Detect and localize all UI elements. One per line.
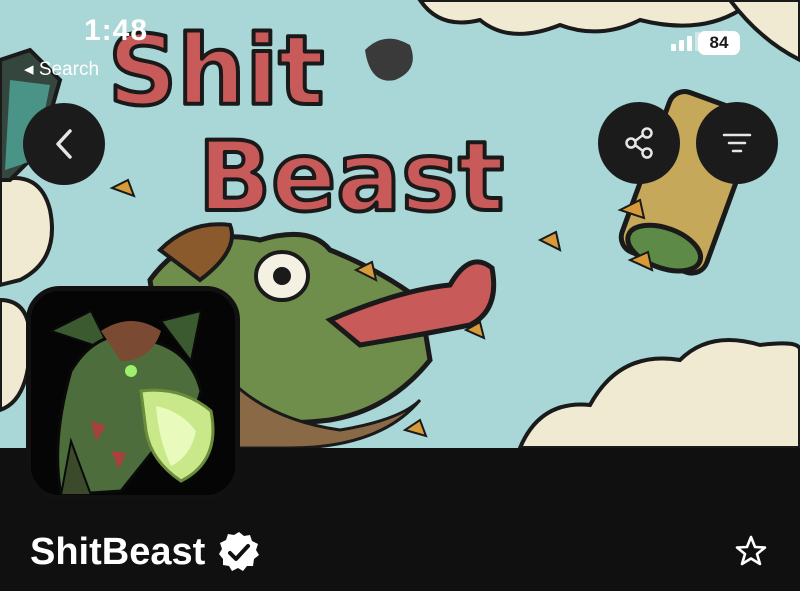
star-icon: [735, 535, 767, 566]
chevron-left-icon: [56, 129, 72, 159]
filter-icon: [722, 133, 752, 153]
cellular-signal-icon: [671, 31, 700, 51]
battery-indicator: 84: [698, 31, 740, 55]
collection-title-row: ShitBeast: [30, 530, 261, 574]
collection-name: ShitBeast: [30, 530, 206, 573]
dragon-avatar-image: [31, 291, 235, 495]
svg-text:Beast: Beast: [198, 121, 504, 233]
back-to-search-link[interactable]: ◂ Search: [24, 58, 99, 81]
status-time: 1:48: [84, 14, 149, 47]
share-icon: [625, 127, 653, 159]
share-button[interactable]: [598, 102, 680, 184]
verified-badge-icon: [219, 532, 260, 571]
collection-avatar[interactable]: [26, 286, 240, 500]
filter-button[interactable]: [696, 102, 778, 184]
favorite-button[interactable]: [734, 534, 768, 573]
back-button[interactable]: [23, 103, 105, 185]
